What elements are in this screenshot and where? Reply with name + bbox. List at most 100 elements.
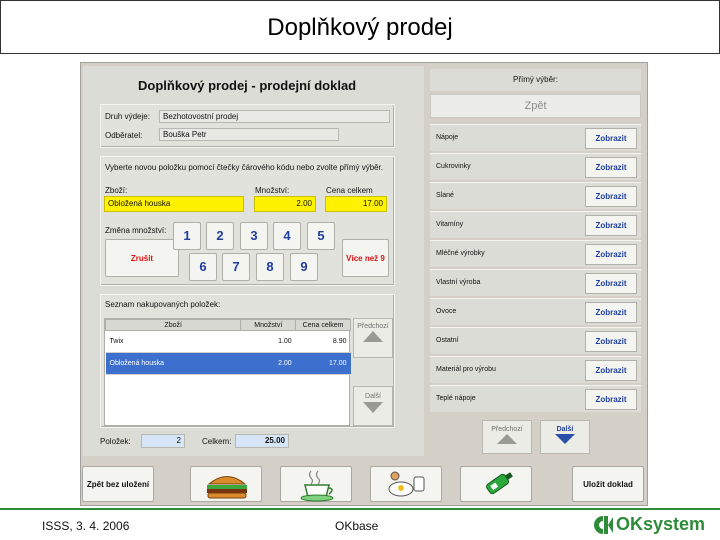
cancel-button[interactable]: Zrušit (105, 239, 179, 277)
category-row-slane: Slané Zobrazit (430, 182, 641, 209)
items-prev-label: Předchozí (357, 323, 389, 330)
show-button-ostatni[interactable]: Zobrazit (585, 331, 637, 352)
key-7[interactable]: 7 (222, 253, 250, 281)
celkem-label: Celkem: (202, 437, 232, 446)
key-4[interactable]: 4 (273, 222, 301, 250)
key-3[interactable]: 3 (240, 222, 268, 250)
key-6[interactable]: 6 (189, 253, 217, 281)
table-row-selected[interactable]: Obložená houska 2.00 17.00 (105, 352, 351, 375)
items-next-label: Další (365, 393, 381, 400)
items-table: Zboží Množství Cena celkem Twix 1.00 8.9… (104, 319, 351, 375)
category-label: Vitamíny (436, 221, 464, 228)
key-2[interactable]: 2 (206, 222, 234, 250)
odberatel-label: Odběratel: (105, 131, 143, 140)
show-button-teple-napoje[interactable]: Zobrazit (585, 389, 637, 410)
drink-bottle-icon (486, 472, 513, 495)
category-label: Teplé nápoje (436, 395, 476, 402)
save-document-label: Uložit doklad (583, 480, 633, 489)
column-header-zbozi[interactable]: Zboží (104, 319, 242, 331)
druh-vydeje-label: Druh výdeje: (105, 112, 150, 121)
polozek-count: 2 (141, 434, 185, 448)
save-document-button[interactable]: Uložit doklad (572, 466, 644, 502)
slide-title: Doplňkový prodej (0, 0, 720, 54)
coffee-icon (300, 470, 334, 502)
category-row-vitaminy: Vitamíny Zobrazit (430, 211, 641, 238)
footer-divider (0, 508, 720, 510)
druh-vydeje-field[interactable]: Bezhotovostní prodej (159, 110, 390, 123)
category-label: Nápoje (436, 134, 459, 141)
show-button-napoje[interactable]: Zobrazit (585, 128, 637, 149)
row-name: Twix (105, 330, 241, 353)
category-row-ostatni: Ostatní Zobrazit (430, 327, 641, 354)
show-button-vitaminy[interactable]: Zobrazit (585, 215, 637, 236)
show-button-cukrovinky[interactable]: Zobrazit (585, 157, 637, 178)
back-without-save-button[interactable]: Zpět bez uložení (82, 466, 154, 502)
category-row-ovoce: Ovoce Zobrazit (430, 298, 641, 325)
row-price: 8.90 (295, 330, 351, 353)
category-label: Mléčné výrobky (436, 250, 485, 257)
show-button-mlecne-vyrobky[interactable]: Zobrazit (585, 244, 637, 265)
categories-next-button[interactable]: Další (540, 420, 590, 454)
show-button-material[interactable]: Zobrazit (585, 360, 637, 381)
footer-product: OKbase (335, 519, 379, 533)
quick-item-drink-button[interactable] (460, 466, 532, 502)
more-than-nine-button[interactable]: Více než 9 (342, 239, 389, 277)
zmena-mnozstvi-label: Změna množství: (105, 226, 167, 235)
categories-next-label: Další (556, 426, 574, 433)
column-header-cena[interactable]: Cena celkem (295, 319, 351, 331)
category-label: Vlastní výroba (436, 279, 481, 286)
categories-prev-button[interactable]: Předchozí (482, 420, 532, 454)
category-label: Cukrovinky (436, 163, 471, 170)
direct-selection-header: Přímý výběr: (430, 69, 641, 91)
items-table-container: Zboží Množství Cena celkem Twix 1.00 8.9… (104, 318, 351, 426)
row-price: 17.00 (295, 352, 351, 375)
items-next-button[interactable]: Další (353, 386, 393, 426)
arrow-up-icon (363, 331, 383, 342)
column-header-mnozstvi[interactable]: Množství (240, 319, 297, 331)
show-button-ovoce[interactable]: Zobrazit (585, 302, 637, 323)
odberatel-field[interactable]: Bouška Petr (159, 128, 339, 141)
quick-item-breakfast-button[interactable] (370, 466, 442, 502)
back-without-save-label: Zpět bez uložení (86, 480, 150, 489)
mnozstvi-field[interactable]: 2.00 (254, 196, 316, 212)
key-9[interactable]: 9 (290, 253, 318, 281)
items-title: Seznam nakupovaných položek: (105, 300, 221, 309)
footer-date: ISSS, 3. 4. 2006 (42, 519, 130, 533)
quick-item-burger-button[interactable] (190, 466, 262, 502)
breakfast-icon (388, 471, 425, 497)
arrow-up-icon (497, 434, 517, 444)
logo-text: OKsystem (616, 514, 706, 534)
items-prev-button[interactable]: Předchozí (353, 318, 393, 358)
polozek-label: Položek: (100, 437, 131, 446)
row-name: Obložená houska (105, 352, 241, 375)
row-qty: 1.00 (240, 330, 296, 353)
mnozstvi-label: Množství: (255, 186, 290, 195)
category-row-cukrovinky: Cukrovinky Zobrazit (430, 153, 641, 180)
quick-item-coffee-button[interactable] (280, 466, 352, 502)
show-button-vlastni-vyroba[interactable]: Zobrazit (585, 273, 637, 294)
category-label: Ovoce (436, 308, 457, 315)
category-row-teple-napoje: Teplé nápoje Zobrazit (430, 385, 641, 412)
category-label: Slané (436, 192, 454, 199)
oksystem-logo: OKsystem (592, 513, 718, 537)
show-button-slane[interactable]: Zobrazit (585, 186, 637, 207)
zbozi-field[interactable]: Obložená houska (104, 196, 244, 212)
cena-celkem-label: Cena celkem (326, 186, 373, 195)
burger-icon (207, 476, 247, 499)
cena-celkem-field[interactable]: 17.00 (325, 196, 387, 212)
document-title: Doplňkový prodej - prodejní doklad (138, 78, 357, 93)
scan-instruction: Vyberte novou položku pomocí čtečky čáro… (105, 163, 384, 172)
celkem-total: 25.00 (235, 434, 289, 448)
arrow-down-icon (363, 402, 383, 413)
key-1[interactable]: 1 (173, 222, 201, 250)
category-row-material: Materiál pro výrobu Zobrazit (430, 356, 641, 383)
category-row-napoje: Nápoje Zobrazit (430, 124, 641, 151)
key-8[interactable]: 8 (256, 253, 284, 281)
table-row[interactable]: Twix 1.00 8.90 (105, 330, 351, 353)
logo-mark-icon (594, 516, 613, 534)
key-5[interactable]: 5 (307, 222, 335, 250)
category-row-vlastni-vyroba: Vlastní výroba Zobrazit (430, 269, 641, 296)
zbozi-label: Zboží: (105, 186, 128, 195)
category-label: Ostatní (436, 337, 459, 344)
back-button[interactable]: Zpět (430, 94, 641, 118)
